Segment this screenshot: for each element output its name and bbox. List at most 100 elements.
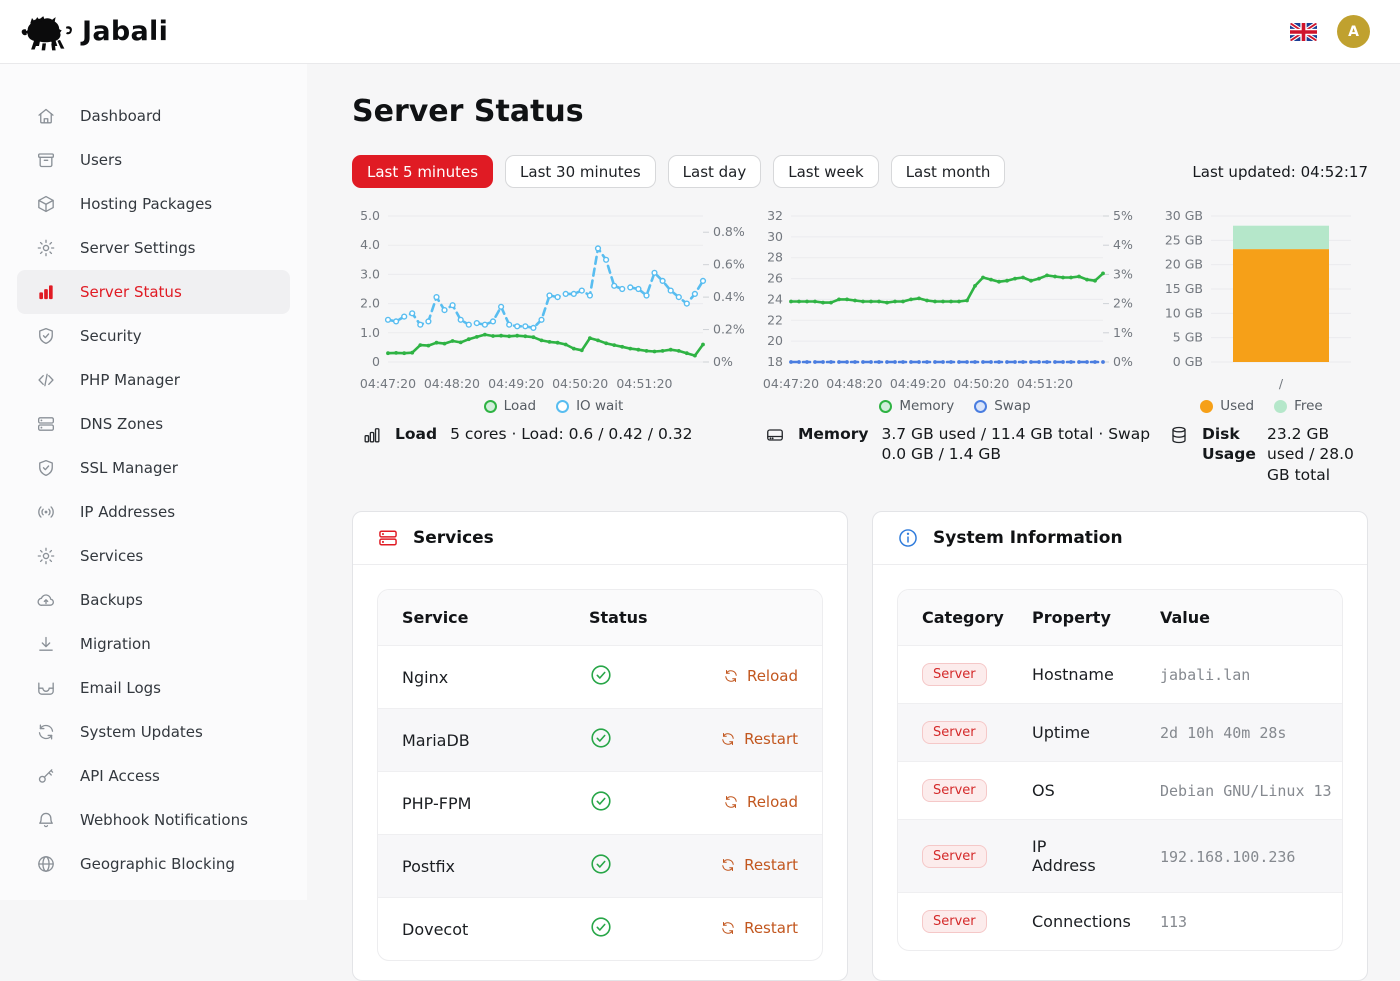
sidebar-item-dns-zones[interactable]: DNS Zones xyxy=(17,402,290,446)
range-button-last-day[interactable]: Last day xyxy=(668,155,762,188)
sidebar-item-label: IP Addresses xyxy=(80,503,175,521)
legend-item-used[interactable]: Used xyxy=(1200,398,1254,414)
legend-item-free[interactable]: Free xyxy=(1274,398,1323,414)
svg-text:18: 18 xyxy=(767,354,783,369)
action-restart-dovecot[interactable]: Restart xyxy=(720,919,798,937)
sidebar-item-label: Dashboard xyxy=(80,107,161,125)
svg-text:0%: 0% xyxy=(1113,354,1133,369)
refresh-icon xyxy=(720,857,736,873)
svg-text:32: 32 xyxy=(767,208,783,223)
sidebar-item-users[interactable]: Users xyxy=(17,138,290,182)
memory-chart: 32302826242220185%4%3%2%1%0%04:47:2004:4… xyxy=(755,204,1155,414)
sidebar-item-label: API Access xyxy=(80,767,160,785)
svg-text:5.0: 5.0 xyxy=(360,208,380,223)
action-reload-php-fpm[interactable]: Reload xyxy=(723,793,798,811)
svg-text:04:50:20: 04:50:20 xyxy=(552,376,608,391)
home-icon xyxy=(36,106,56,126)
range-button-last-month[interactable]: Last month xyxy=(891,155,1006,188)
disk-chart-legend: Used Free xyxy=(1155,398,1368,414)
action-restart-postfix[interactable]: Restart xyxy=(720,856,798,874)
range-button-last-5-minutes[interactable]: Last 5 minutes xyxy=(352,155,493,188)
svg-text:04:51:20: 04:51:20 xyxy=(1017,376,1073,391)
sidebar-item-api-access[interactable]: API Access xyxy=(17,754,290,798)
download-icon xyxy=(36,634,56,654)
svg-text:0.4%: 0.4% xyxy=(713,289,745,304)
user-avatar[interactable]: A xyxy=(1337,15,1370,48)
top-right-actions: A xyxy=(1290,15,1370,48)
sidebar-item-server-settings[interactable]: Server Settings xyxy=(17,226,290,270)
svg-text:4%: 4% xyxy=(1113,237,1133,252)
svg-text:4.0: 4.0 xyxy=(360,237,380,252)
svg-text:/: / xyxy=(1279,376,1284,391)
uk-flag-icon[interactable] xyxy=(1290,23,1317,41)
disk-chart: 30 GB25 GB20 GB15 GB10 GB5 GB0 GB/UsedFr… xyxy=(1155,204,1368,414)
sidebar-item-label: DNS Zones xyxy=(80,415,163,433)
category-cell: Server xyxy=(898,762,1008,820)
sidebar-item-webhook-notifications[interactable]: Webhook Notifications xyxy=(17,798,290,842)
sidebar-item-ip-addresses[interactable]: IP Addresses xyxy=(17,490,290,534)
category-badge: Server xyxy=(922,910,987,933)
sidebar-item-label: Migration xyxy=(80,635,151,653)
gear-icon xyxy=(36,546,56,566)
check-circle-icon xyxy=(589,663,613,687)
controls-row: Last 5 minutes Last 30 minutes Last day Las… xyxy=(352,155,1368,188)
legend-label: Memory xyxy=(899,398,954,414)
svg-text:3%: 3% xyxy=(1113,266,1133,281)
action-label: Reload xyxy=(747,793,798,811)
server-stack-icon xyxy=(377,527,399,549)
table-row-php-fpm: PHP-FPMReload xyxy=(378,772,822,835)
legend-item-io-wait[interactable]: IO wait xyxy=(556,398,623,414)
sidebar-item-label: System Updates xyxy=(80,723,203,741)
service-status-cell xyxy=(565,898,695,961)
sidebar-item-php-manager[interactable]: PHP Manager xyxy=(17,358,290,402)
legend-item-swap[interactable]: Swap xyxy=(974,398,1030,414)
system-info-card: System Information Category Property Val… xyxy=(872,511,1368,981)
sidebar-item-backups[interactable]: Backups xyxy=(17,578,290,622)
svg-text:5 GB: 5 GB xyxy=(1173,330,1203,345)
sidebar-item-server-status[interactable]: Server Status xyxy=(17,270,290,314)
charts-row: 5.04.03.02.01.000.8%0.6%0.4%0.2%0%04:47:… xyxy=(352,204,1368,414)
sidebar-item-geographic-blocking[interactable]: Geographic Blocking xyxy=(17,842,290,886)
sidebar-item-label: Backups xyxy=(80,591,143,609)
sidebar-item-dashboard[interactable]: Dashboard xyxy=(17,94,290,138)
system-info-card-body: Category Property Value ServerHostnameja… xyxy=(873,565,1367,975)
legend-item-load[interactable]: Load xyxy=(484,398,536,414)
sidebar-item-hosting-packages[interactable]: Hosting Packages xyxy=(17,182,290,226)
refresh-icon xyxy=(36,722,56,742)
boar-logo-icon xyxy=(18,12,74,52)
hard-drive-icon xyxy=(765,425,785,445)
service-status-cell xyxy=(565,709,695,772)
check-circle-icon xyxy=(589,852,613,876)
sidebar-item-label: Users xyxy=(80,151,122,169)
sidebar-item-ssl-manager[interactable]: SSL Manager xyxy=(17,446,290,490)
service-name: Dovecot xyxy=(378,898,565,961)
action-reload-nginx[interactable]: Reload xyxy=(723,667,798,685)
action-restart-mariadb[interactable]: Restart xyxy=(720,730,798,748)
range-button-last-week[interactable]: Last week xyxy=(773,155,878,188)
bar-chart-filled-icon xyxy=(36,282,56,302)
svg-text:26: 26 xyxy=(767,271,783,286)
service-status-cell xyxy=(565,772,695,835)
svg-text:22: 22 xyxy=(767,312,783,327)
svg-text:0 GB: 0 GB xyxy=(1173,354,1203,369)
table-row-uptime: ServerUptime2d 10h 40m 28s xyxy=(898,704,1342,762)
broadcast-icon xyxy=(36,502,56,522)
action-label: Restart xyxy=(744,919,798,937)
services-table: Service Status NginxReloadMariaDBRestart… xyxy=(378,590,822,960)
sidebar-item-system-updates[interactable]: System Updates xyxy=(17,710,290,754)
brand-logo[interactable]: Jabali xyxy=(18,12,168,52)
sidebar: Dashboard Users Hosting PackagesServer Set… xyxy=(0,64,307,900)
stats-row: Load5 cores · Load: 0.6 / 0.42 / 0.32Mem… xyxy=(352,424,1368,485)
sidebar-item-services[interactable]: Services xyxy=(17,534,290,578)
sidebar-item-email-logs[interactable]: Email Logs xyxy=(17,666,290,710)
svg-text:25 GB: 25 GB xyxy=(1165,232,1203,247)
gear-icon xyxy=(36,238,56,258)
sidebar-item-migration[interactable]: Migration xyxy=(17,622,290,666)
range-button-last-30-minutes[interactable]: Last 30 minutes xyxy=(505,155,656,188)
shield-check-icon xyxy=(36,458,56,478)
service-name: Postfix xyxy=(378,835,565,898)
bell-icon xyxy=(36,810,56,830)
legend-item-memory[interactable]: Memory xyxy=(879,398,954,414)
load-chart: 5.04.03.02.01.000.8%0.6%0.4%0.2%0%04:47:… xyxy=(352,204,755,414)
sidebar-item-security[interactable]: Security xyxy=(17,314,290,358)
